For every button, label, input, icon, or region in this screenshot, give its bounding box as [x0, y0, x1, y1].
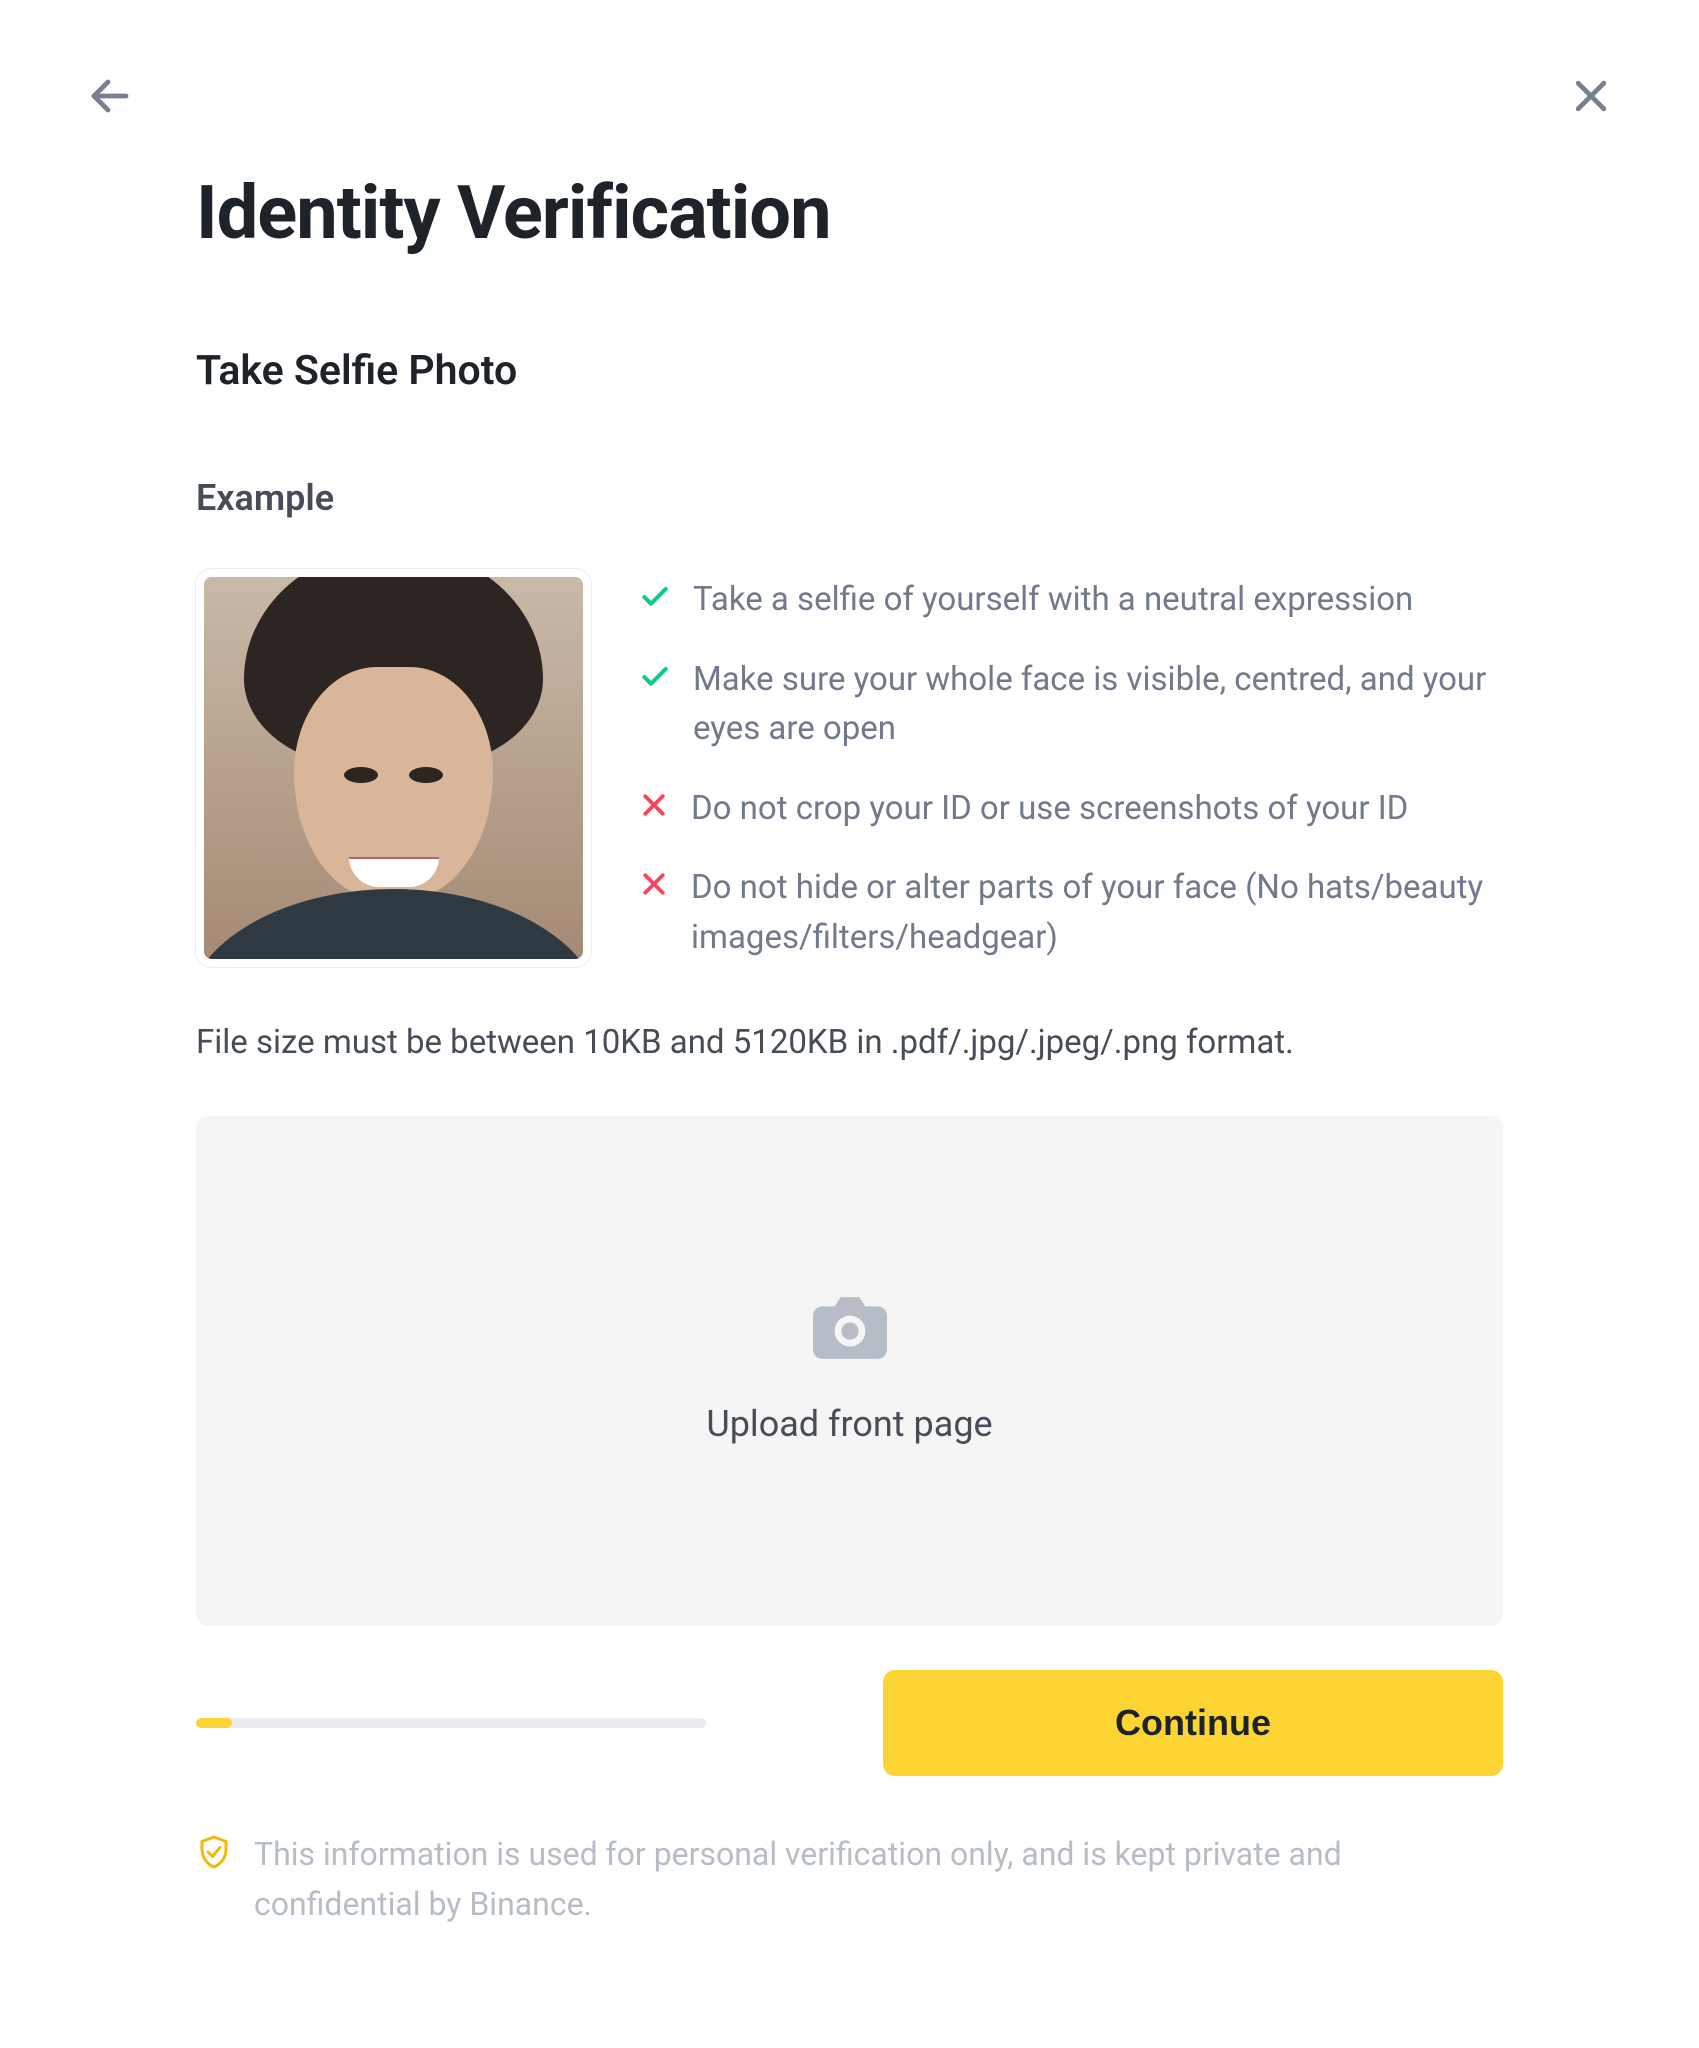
rule-text: Do not crop your ID or use screenshots o… [691, 784, 1408, 834]
cross-icon [639, 869, 669, 903]
check-icon [639, 581, 671, 617]
rule-item: Take a selfie of yourself with a neutral… [639, 575, 1503, 625]
rule-text: Make sure your whole face is visible, ce… [693, 655, 1503, 754]
shield-check-icon [196, 1834, 232, 1874]
privacy-note: This information is used for personal ve… [196, 1830, 1503, 1929]
rules-list: Take a selfie of yourself with a neutral… [639, 569, 1503, 962]
rule-item: Do not crop your ID or use screenshots o… [639, 784, 1503, 834]
continue-button[interactable]: Continue [883, 1670, 1503, 1776]
upload-area[interactable]: Upload front page [196, 1116, 1503, 1626]
cross-icon [639, 790, 669, 824]
rule-item: Make sure your whole face is visible, ce… [639, 655, 1503, 754]
topbar [86, 72, 1613, 120]
rule-text: Take a selfie of yourself with a neutral… [693, 575, 1413, 625]
page-title: Identity Verification [196, 170, 1503, 257]
rule-item: Do not hide or alter parts of your face … [639, 863, 1503, 962]
example-label: Example [196, 477, 1503, 519]
back-button[interactable] [86, 72, 134, 120]
upload-label: Upload front page [706, 1403, 992, 1445]
section-title: Take Selfie Photo [196, 347, 1503, 395]
camera-icon [813, 1297, 887, 1363]
close-button[interactable] [1569, 74, 1613, 118]
content: Identity Verification Take Selfie Photo … [196, 170, 1503, 1929]
arrow-left-icon [86, 72, 134, 120]
example-block: Take a selfie of yourself with a neutral… [196, 569, 1503, 967]
check-icon [639, 661, 671, 697]
progress-fill [196, 1718, 232, 1728]
rule-text: Do not hide or alter parts of your face … [691, 863, 1503, 962]
file-size-note: File size must be between 10KB and 5120K… [196, 1023, 1503, 1062]
close-icon [1569, 74, 1613, 118]
progress-bar [196, 1718, 706, 1728]
action-row: Continue [196, 1670, 1503, 1776]
verification-modal: Identity Verification Take Selfie Photo … [0, 0, 1699, 2048]
example-photo [196, 569, 591, 967]
privacy-text: This information is used for personal ve… [254, 1830, 1503, 1929]
